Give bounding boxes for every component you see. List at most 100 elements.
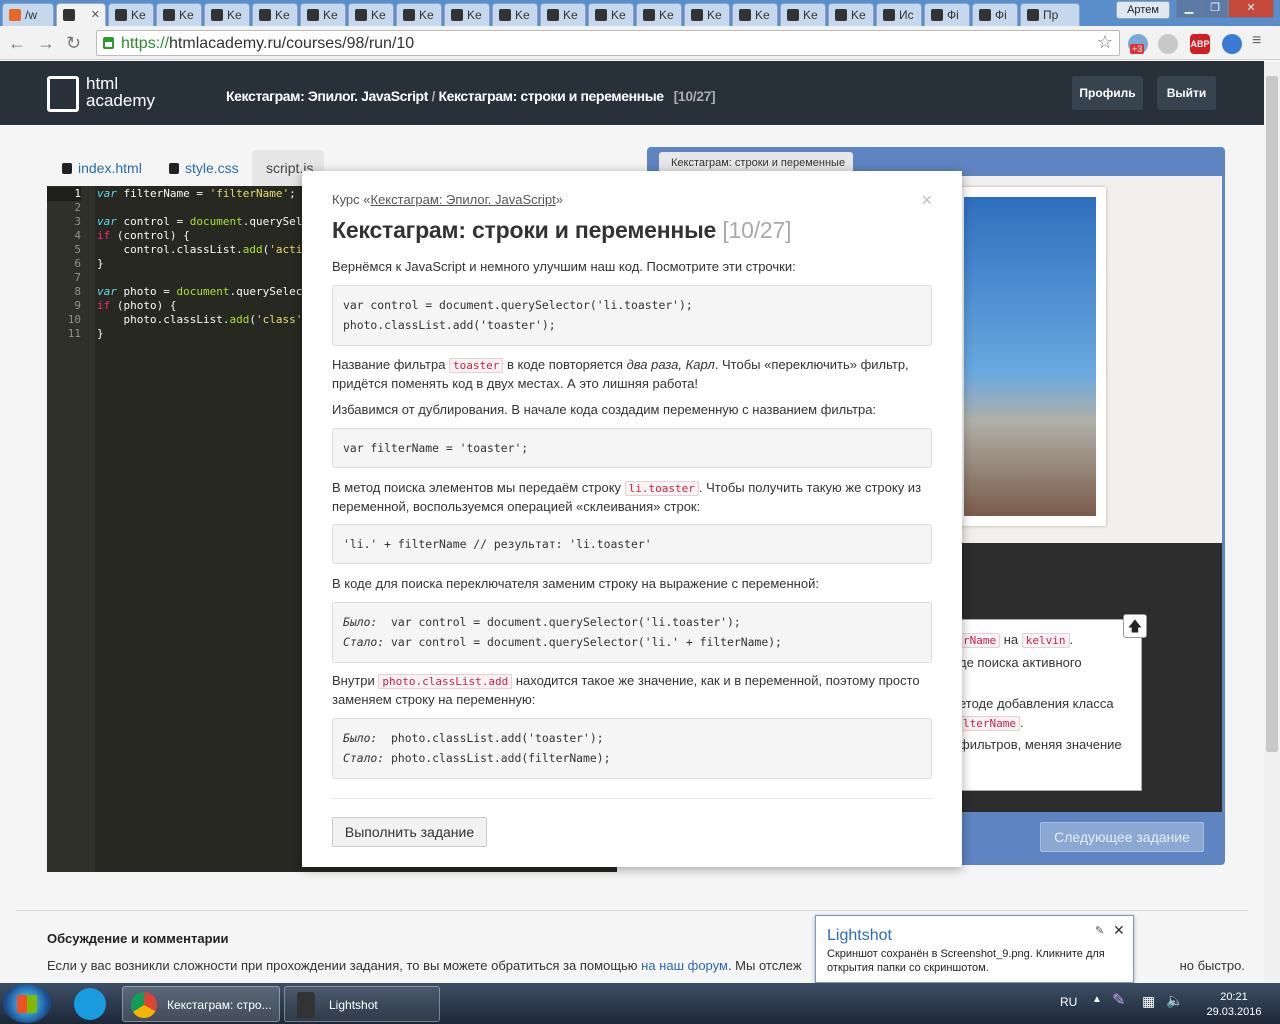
browser-tab[interactable]: Ke xyxy=(396,3,442,26)
browser-tab[interactable]: Ke xyxy=(204,3,250,26)
favicon-icon xyxy=(643,9,655,21)
htmlacademy-logo-icon[interactable] xyxy=(47,76,79,112)
paragraph: В метод поиска элементов мы передаём стр… xyxy=(332,480,922,514)
url-input[interactable]: https://htmlacademy.ru/courses/98/run/10… xyxy=(96,30,1120,56)
browser-tab[interactable]: Ke xyxy=(156,3,202,26)
shield-icon[interactable] xyxy=(1158,34,1178,54)
run-task-button[interactable]: Выполнить задание xyxy=(332,817,487,847)
close-icon[interactable]: ✕ xyxy=(1113,922,1125,939)
lightshot-notification[interactable]: Lightshot Скриншот сохранён в Screenshot… xyxy=(815,915,1134,983)
task-modal: Курс «Кекстаграм: Эпилог. JavaScript» × … xyxy=(302,171,962,867)
globe-icon[interactable] xyxy=(1222,34,1242,54)
close-icon[interactable]: × xyxy=(921,190,932,211)
site-logo[interactable]: html academy xyxy=(86,75,155,109)
browser-tab[interactable]: Ke xyxy=(780,3,826,26)
browser-tab[interactable]: Ke xyxy=(636,3,682,26)
browser-tab[interactable]: Ke xyxy=(732,3,778,26)
scrollbar-thumb[interactable] xyxy=(1266,76,1278,752)
code-block: var filterName = 'toaster'; xyxy=(332,428,932,468)
breadcrumb-course[interactable]: Кекстаграм: Эпилог. JavaScript xyxy=(226,88,428,104)
browser-tab[interactable]: Ke xyxy=(684,3,730,26)
logout-button[interactable]: Выйти xyxy=(1157,76,1216,110)
divider xyxy=(16,910,1248,911)
favicon-icon xyxy=(739,9,751,21)
bookmark-star-icon[interactable]: ☆ xyxy=(1097,32,1113,53)
line-number: 8 xyxy=(74,285,81,298)
browser-tab[interactable]: Ke xyxy=(540,3,586,26)
code-block: Было: var control = document.querySelect… xyxy=(332,602,932,663)
adblock-icon[interactable]: ABP xyxy=(1190,34,1210,54)
favicon-icon xyxy=(931,9,943,21)
breadcrumb: Кекстаграм: Эпилог. JavaScript / Кекстаг… xyxy=(226,88,716,104)
browser-tab[interactable]: Ke xyxy=(252,3,298,26)
pin-icon[interactable]: ✎ xyxy=(1095,924,1104,937)
reload-icon[interactable]: ↻ xyxy=(66,33,81,54)
volume-icon[interactable]: 🔈 xyxy=(1166,992,1183,1009)
browser-tab[interactable]: Ke xyxy=(108,3,154,26)
back-icon[interactable]: ← xyxy=(8,33,26,54)
code-block: 'li.' + filterName // результат: 'li.toa… xyxy=(332,524,932,564)
next-task-button[interactable]: Следующее задание xyxy=(1040,822,1204,852)
favicon-icon xyxy=(835,9,847,21)
profile-button[interactable]: Артем xyxy=(1116,1,1170,19)
tab-style-css[interactable]: style.css xyxy=(155,150,253,186)
lock-icon xyxy=(169,163,179,174)
tray-expand-icon[interactable]: ▲ xyxy=(1092,994,1102,1005)
close-window-icon[interactable]: ✕ xyxy=(1228,0,1274,18)
favicon-icon xyxy=(403,9,415,21)
network-icon[interactable]: ▦ xyxy=(1142,993,1155,1010)
menu-icon[interactable]: ≡ xyxy=(1252,32,1261,50)
favicon-icon xyxy=(307,9,319,21)
line-number: 7 xyxy=(74,271,81,284)
start-button[interactable] xyxy=(3,984,51,1023)
language-indicator[interactable]: RU xyxy=(1060,995,1077,1009)
taskbar-lightshot[interactable]: Lightshot xyxy=(284,986,440,1022)
task-tips: rName на kelvin. де поиска активного ето… xyxy=(946,619,1142,791)
browser-tab[interactable]: Ke xyxy=(300,3,346,26)
browser-tab[interactable]: Ke xyxy=(348,3,394,26)
discussion-title: Обсуждение и комментарии xyxy=(47,931,229,946)
chrome-icon xyxy=(131,992,157,1018)
browser-tab[interactable]: Фі xyxy=(924,3,970,26)
line-numbers: 1 2 3 4 5 6 7 8 9 10 11 xyxy=(47,186,95,872)
extension-badge: +3 xyxy=(1130,44,1145,54)
task-counter: [10/27] xyxy=(673,88,716,104)
paragraph: Избавимся от дублирования. В начале кода… xyxy=(332,402,877,417)
favicon-icon xyxy=(1027,9,1039,21)
lightshot-tray-icon[interactable]: ✎ xyxy=(1112,990,1125,1010)
tab-index-html[interactable]: index.html xyxy=(48,150,156,186)
browser-tab[interactable]: Ke xyxy=(828,3,874,26)
browser-tab[interactable]: Фі xyxy=(972,3,1018,26)
browser-tab[interactable]: Ke xyxy=(492,3,538,26)
scroll-up-button[interactable]: 🡅 xyxy=(1123,614,1147,638)
browser-tab[interactable]: Ke xyxy=(444,3,490,26)
lock-icon xyxy=(62,163,72,174)
code-content[interactable]: var filterName = 'filterName'; var contr… xyxy=(97,187,316,341)
course-link[interactable]: Кекстаграм: Эпилог. JavaScript xyxy=(371,192,556,207)
browser-tab-active[interactable]: ✕ xyxy=(56,3,106,26)
browser-tab[interactable]: Пр xyxy=(1020,3,1080,26)
maximize-icon[interactable]: ❐ xyxy=(1202,0,1228,18)
browser-tab[interactable]: /w xyxy=(2,3,54,26)
favicon-icon xyxy=(499,9,511,21)
line-number: 5 xyxy=(74,243,81,256)
forward-icon[interactable]: → xyxy=(37,33,55,54)
line-number: 6 xyxy=(74,257,81,270)
minimize-icon[interactable]: ▁ xyxy=(1176,0,1202,18)
favicon-icon xyxy=(787,9,799,21)
notification-message[interactable]: Скриншот сохранён в Screenshot_9.png. Кл… xyxy=(827,947,1127,975)
profile-link-button[interactable]: Профиль xyxy=(1072,76,1143,110)
favicon-icon xyxy=(595,9,607,21)
close-tab-icon[interactable]: ✕ xyxy=(91,8,100,21)
course-link-line: Курс «Кекстаграм: Эпилог. JavaScript» xyxy=(332,192,563,207)
browser-tab[interactable]: Ис xyxy=(876,3,922,26)
line-number: 3 xyxy=(74,215,81,228)
browser-tab[interactable]: Ke xyxy=(588,3,634,26)
clock[interactable]: 20:21 29.03.2016 xyxy=(1194,990,1274,1020)
forum-link[interactable]: на наш форум xyxy=(641,958,728,973)
paragraph: Название фильтра toaster в коде повторяе… xyxy=(332,357,909,391)
code-block: var control = document.querySelector('li… xyxy=(332,285,932,346)
taskbar-chrome[interactable]: Кекстаграм: стро... xyxy=(122,986,280,1022)
skype-icon[interactable] xyxy=(74,988,106,1020)
favicon-icon xyxy=(883,9,895,21)
